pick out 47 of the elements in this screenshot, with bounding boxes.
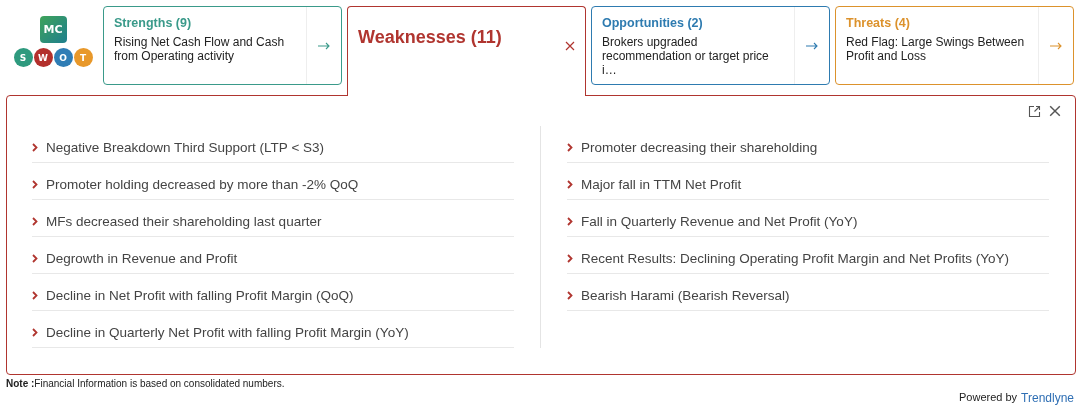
weakness-item[interactable]: Negative Breakdown Third Support (LTP < S3) bbox=[46, 139, 325, 155]
weakness-item[interactable]: Promoter decreasing their shareholding bbox=[581, 139, 818, 155]
chevron-icon bbox=[32, 290, 38, 300]
weakness-item[interactable]: Major fall in TTM Net Profit bbox=[581, 176, 742, 192]
close-icon[interactable] bbox=[565, 41, 575, 51]
weakness-item[interactable]: Decline in Net Profit with falling Profit Margin (QoQ) bbox=[46, 287, 354, 303]
tab-description: Brokers upgraded recommendation or target price i… bbox=[602, 35, 770, 77]
tab-description: Rising Net Cash Flow and Cash from Operating activity bbox=[114, 35, 286, 63]
weakness-item[interactable]: Bearish Harami (Bearish Reversal) bbox=[581, 287, 790, 303]
swot-tab[interactable]: Strengths (9) Rising Net Cash Flow and Cash from Operating activity bbox=[103, 6, 342, 85]
logo-letter: O bbox=[53, 48, 73, 67]
tab-description: Red Flag: Large Swings Between Profit and Loss bbox=[846, 35, 1026, 63]
swot-tab[interactable]: Opportunities (2) Brokers upgraded recommendation or target price i… bbox=[591, 6, 830, 85]
logo-letter: S bbox=[13, 48, 33, 67]
footnote: Note :Financial Information is based on consolidated numbers. bbox=[6, 378, 285, 391]
logo-badge: MC bbox=[39, 16, 67, 43]
weakness-item[interactable]: Recent Results: Declining Operating Profit Margin and Net Profits (YoY) bbox=[581, 250, 1009, 266]
external-link-icon[interactable] bbox=[1028, 105, 1041, 118]
powered-by-label: Powered by bbox=[959, 391, 1018, 405]
chevron-icon bbox=[567, 216, 573, 226]
chevron-icon bbox=[32, 253, 38, 263]
tab-title: Weaknesses (11) bbox=[358, 27, 502, 48]
tab-title: Strengths (9) bbox=[114, 16, 193, 30]
tab-title: Opportunities (2) bbox=[602, 16, 704, 30]
brand-link[interactable]: Trendlyne bbox=[1021, 391, 1074, 405]
weakness-item[interactable]: Decline in Quarterly Net Profit with falling Profit Margin (YoY) bbox=[46, 324, 409, 340]
logo-letter: T bbox=[73, 48, 93, 67]
chevron-icon bbox=[32, 142, 38, 152]
chevron-icon bbox=[32, 216, 38, 226]
weakness-item[interactable]: Degrowth in Revenue and Profit bbox=[46, 250, 238, 266]
weakness-item[interactable]: Promoter holding decreased by more than -2% QoQ bbox=[46, 176, 359, 192]
tab-title: Threats (4) bbox=[846, 16, 911, 30]
chevron-icon bbox=[567, 142, 573, 152]
weakness-item[interactable]: Fall in Quarterly Revenue and Net Profit (YoY) bbox=[581, 213, 858, 229]
chevron-icon bbox=[32, 179, 38, 189]
logo-letter: W bbox=[33, 48, 53, 67]
chevron-icon bbox=[567, 253, 573, 263]
weakness-item[interactable]: MFs decreased their shareholding last quarter bbox=[46, 213, 322, 229]
arrow-icon bbox=[318, 41, 330, 50]
chevron-icon bbox=[567, 179, 573, 189]
swot-tab[interactable]: Threats (4) Red Flag: Large Swings Between Profit and Loss bbox=[835, 6, 1074, 85]
arrow-icon bbox=[1050, 41, 1062, 50]
chevron-icon bbox=[567, 290, 573, 300]
arrow-icon bbox=[806, 41, 818, 50]
close-icon[interactable] bbox=[1049, 105, 1061, 117]
swot-tab[interactable]: Weaknesses (11) bbox=[347, 6, 586, 96]
chevron-icon bbox=[32, 327, 38, 337]
